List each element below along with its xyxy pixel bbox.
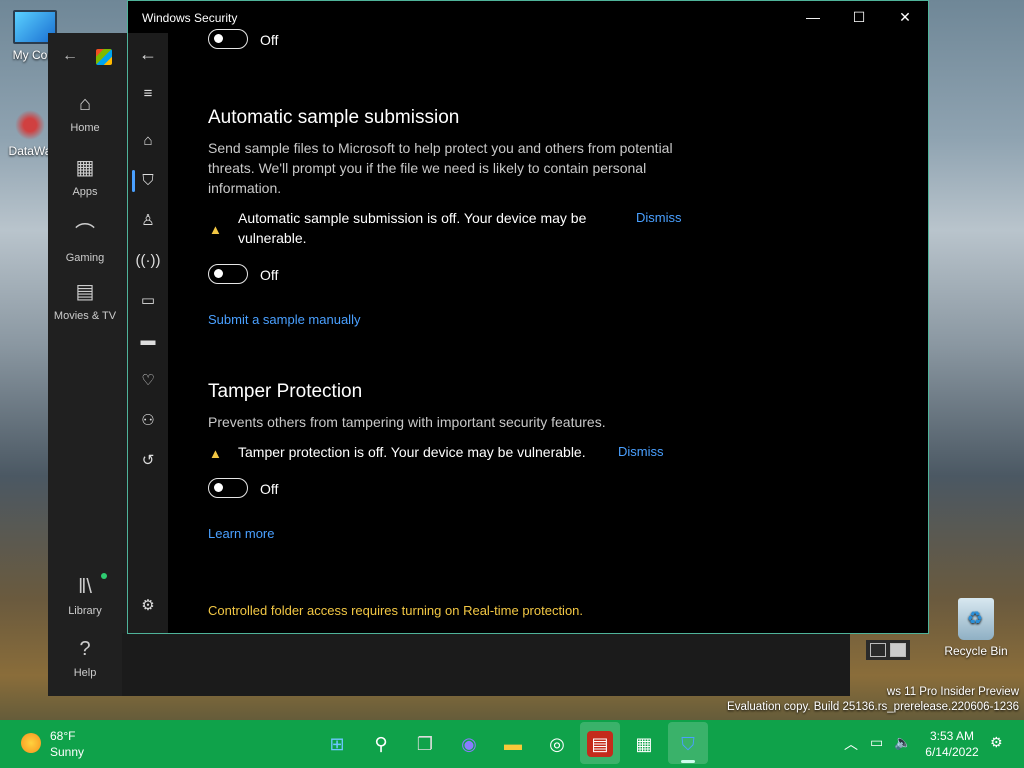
clock-time[interactable]: 3:53 AM bbox=[920, 729, 984, 743]
warning-text: Automatic sample submission is off. Your… bbox=[238, 210, 587, 246]
build-info-line1: ws 11 Pro Insider Preview bbox=[886, 686, 1019, 698]
update-badge bbox=[101, 573, 107, 579]
show-hidden-icons-chevron-icon[interactable]: ︿ bbox=[844, 734, 858, 754]
tile-view-icon[interactable] bbox=[890, 643, 906, 657]
tamper-protection-toggle[interactable] bbox=[208, 478, 248, 498]
nav-label: Movies & TV bbox=[53, 310, 117, 322]
learn-more-link[interactable]: Learn more bbox=[208, 526, 274, 541]
toggle-label: Off bbox=[260, 267, 279, 283]
xbox-nav-movies[interactable]: ▤ Movies & TV bbox=[48, 279, 122, 322]
toggle-label: Off bbox=[260, 32, 279, 48]
section-heading-tamper-protection: Tamper Protection bbox=[208, 381, 363, 402]
network-icon[interactable]: ▭ bbox=[870, 734, 883, 751]
nav-label: Home bbox=[70, 122, 100, 134]
nav-label: Library bbox=[68, 605, 102, 617]
warning-text: Tamper protection is off. Your device ma… bbox=[238, 444, 586, 460]
device-icon[interactable]: ▬ bbox=[128, 328, 168, 354]
submit-sample-link[interactable]: Submit a sample manually bbox=[208, 312, 360, 327]
dismiss-link[interactable]: Dismiss bbox=[618, 444, 664, 459]
notification-icon[interactable]: ⚙ bbox=[990, 734, 1003, 751]
toggle-label: Off bbox=[260, 481, 279, 497]
account-icon[interactable]: ♙ bbox=[128, 208, 168, 234]
xbox-nav-library[interactable]: ‖\ Library bbox=[48, 576, 122, 617]
task-view-icon[interactable]: ❐ bbox=[412, 731, 438, 757]
windows-security-window: Windows Security — ☐ ✕ ← ≡ ⌂ ⛉ ♙ ((·)) ▭… bbox=[127, 0, 929, 634]
shield-icon[interactable]: ⛉ bbox=[128, 168, 168, 194]
chrome-icon[interactable]: ◎ bbox=[544, 731, 570, 757]
section-heading-sample-submission: Automatic sample submission bbox=[208, 107, 460, 128]
search-icon[interactable]: ⚲ bbox=[368, 731, 394, 757]
help-icon: ? bbox=[79, 638, 91, 660]
store-icon[interactable] bbox=[96, 49, 112, 65]
home-icon: ⌂ bbox=[78, 93, 92, 115]
section-description: Send sample files to Microsoft to help p… bbox=[208, 140, 673, 196]
recycle-bin-icon bbox=[958, 598, 994, 640]
warning-icon: ▲ bbox=[209, 222, 222, 237]
movies-icon: ▤ bbox=[75, 281, 95, 303]
xbox-nav-gaming[interactable]: ⌒ Gaming bbox=[48, 217, 122, 264]
main-content: Off Automatic sample submission Send sam… bbox=[208, 1, 908, 633]
sample-submission-toggle[interactable] bbox=[208, 264, 248, 284]
xbox-nav-home[interactable]: ⌂ Home bbox=[48, 93, 122, 134]
list-view-icon[interactable] bbox=[870, 643, 886, 657]
xbox-footer bbox=[122, 633, 850, 696]
clock-date[interactable]: 6/14/2022 bbox=[920, 745, 984, 759]
xbox-nav-rail: ← ⌂ Home ▦ Apps ⌒ Gaming ▤ Movies & TV ‖… bbox=[48, 33, 122, 696]
home-icon[interactable]: ⌂ bbox=[128, 128, 168, 154]
back-icon[interactable]: ← bbox=[62, 47, 78, 65]
view-toggle-buttons[interactable] bbox=[866, 640, 910, 660]
network-icon[interactable]: ((·)) bbox=[128, 248, 168, 274]
datawave-icon bbox=[15, 110, 45, 140]
active-indicator bbox=[681, 760, 695, 763]
store-icon[interactable]: ▦ bbox=[631, 731, 657, 757]
history-icon[interactable]: ↺ bbox=[128, 448, 168, 474]
security-nav-rail: ← ≡ ⌂ ⛉ ♙ ((·)) ▭ ▬ ♡ ⚇ ↺ ⚙ bbox=[128, 33, 168, 633]
controller-icon: ⌒ bbox=[75, 223, 95, 245]
xbox-nav-help[interactable]: ? Help bbox=[48, 638, 122, 679]
settings-icon[interactable]: ⚙ bbox=[128, 593, 168, 619]
dismiss-link[interactable]: Dismiss bbox=[636, 210, 682, 225]
back-icon[interactable]: ← bbox=[128, 41, 168, 67]
library-icon: ‖\ bbox=[78, 576, 92, 598]
warning-icon: ▲ bbox=[209, 446, 222, 461]
nav-label: Gaming bbox=[65, 252, 105, 264]
controlled-folder-note: Controlled folder access requires turnin… bbox=[208, 603, 584, 618]
desktop-icon-recycle-bin[interactable]: Recycle Bin bbox=[938, 598, 1014, 658]
build-info-line2: Evaluation copy. Build 25136.rs_prerelea… bbox=[727, 701, 1019, 713]
app-browser-icon[interactable]: ▭ bbox=[128, 288, 168, 314]
weather-sun-icon[interactable] bbox=[21, 733, 41, 753]
nav-label: Apps bbox=[72, 186, 98, 198]
nav-label: Help bbox=[73, 667, 97, 679]
volume-icon[interactable]: 🔈 bbox=[894, 734, 911, 751]
news-icon[interactable]: ▤ bbox=[587, 731, 613, 757]
health-icon[interactable]: ♡ bbox=[128, 368, 168, 394]
apps-icon: ▦ bbox=[75, 157, 95, 179]
weather-temperature[interactable]: 68°F bbox=[50, 729, 75, 743]
windows-security-icon[interactable]: ⛉ bbox=[675, 731, 701, 757]
menu-icon[interactable]: ≡ bbox=[128, 81, 168, 107]
toggle-switch-top[interactable] bbox=[208, 29, 248, 49]
section-description: Prevents others from tampering with impo… bbox=[208, 414, 606, 430]
start-icon[interactable]: ⊞ bbox=[324, 731, 350, 757]
chat-icon[interactable]: ◉ bbox=[456, 731, 482, 757]
family-icon[interactable]: ⚇ bbox=[128, 408, 168, 434]
file-explorer-icon[interactable]: ▬ bbox=[500, 731, 526, 757]
xbox-nav-apps[interactable]: ▦ Apps bbox=[48, 155, 122, 198]
weather-description[interactable]: Sunny bbox=[50, 745, 84, 759]
desktop-icon-label: Recycle Bin bbox=[944, 644, 1008, 658]
